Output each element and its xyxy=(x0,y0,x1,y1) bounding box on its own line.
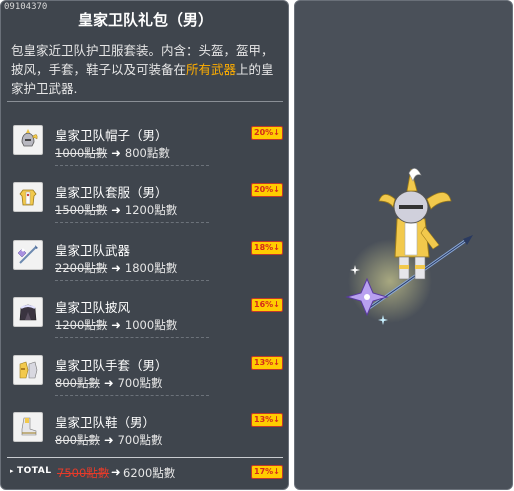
list-item[interactable]: 皇家卫队套服（男） 1500點數 ➜ 1200點數 20%↓ xyxy=(1,178,288,228)
discount-value: 16% xyxy=(254,300,274,309)
item-original-price: 1200點數 xyxy=(55,318,108,332)
discount-badge: 18%↓ xyxy=(251,241,283,255)
item-name: 皇家卫队披风 xyxy=(55,300,131,315)
item-name: 皇家卫队帽子（男） xyxy=(55,128,168,143)
item-sale-price: 700點數 xyxy=(117,433,163,447)
item-sale-price: 1200點數 xyxy=(124,203,178,217)
discount-badge: 20%↓ xyxy=(251,126,283,140)
discount-value: 13% xyxy=(254,415,274,424)
item-name: 皇家卫队套服（男） xyxy=(55,185,168,200)
weapon-icon xyxy=(13,240,43,270)
helmet-icon xyxy=(13,125,43,155)
discount-value: 20% xyxy=(254,128,274,137)
item-sale-price: 1000點數 xyxy=(124,318,178,332)
item-name: 皇家卫队手套（男） xyxy=(55,358,168,373)
package-description: 包皇家近卫队护卫服套装。内含：头盔，盔甲，披风，手套，鞋子以及可装备在所有武器上… xyxy=(11,41,283,98)
gloves-icon xyxy=(13,355,43,385)
item-price: 1500點數 ➜ 1200點數 xyxy=(55,202,177,218)
arrow-icon: ➜ xyxy=(111,146,121,160)
item-price: 2200點數 ➜ 1800點數 xyxy=(55,260,177,276)
total-sale-price: 6200點數 xyxy=(123,466,176,480)
item-separator xyxy=(55,222,209,223)
down-arrow-icon: ↓ xyxy=(273,467,280,476)
divider-bottom xyxy=(7,457,283,458)
discount-value: 20% xyxy=(254,185,274,194)
total-row: ▸ TOTAL 7500點數 ➜ 6200點數 17%↓ xyxy=(1,463,288,483)
cape-icon xyxy=(13,297,43,327)
description-highlight: 所有武器 xyxy=(186,62,237,77)
down-arrow-icon: ↓ xyxy=(273,185,280,194)
item-separator xyxy=(55,165,209,166)
shoes-icon xyxy=(13,412,43,442)
item-name: 皇家卫队鞋（男） xyxy=(55,415,156,430)
item-price: 1000點數 ➜ 800點數 xyxy=(55,145,170,161)
total-discount-badge: 17%↓ xyxy=(251,465,283,479)
total-label: TOTAL xyxy=(17,466,52,476)
list-item[interactable]: 皇家卫队手套（男） 800點數 ➜ 700點數 13%↓ xyxy=(1,351,288,401)
discount-badge: 20%↓ xyxy=(251,183,283,197)
list-item[interactable]: 皇家卫队披风 1200點數 ➜ 1000點數 16%↓ xyxy=(1,293,288,343)
item-price: 800點數 ➜ 700點數 xyxy=(55,375,163,391)
character-preview-panel xyxy=(294,0,513,490)
divider-top xyxy=(7,101,283,102)
down-arrow-icon: ↓ xyxy=(273,415,280,424)
package-title: 皇家卫队礼包（男） xyxy=(77,11,213,29)
item-original-price: 800點數 xyxy=(55,433,100,447)
total-original-price: 7500點數 xyxy=(57,466,110,480)
item-original-price: 800點數 xyxy=(55,376,100,390)
item-sale-price: 1800點數 xyxy=(124,261,178,275)
bullet-icon: ▸ xyxy=(10,467,15,475)
arrow-icon: ➜ xyxy=(111,203,121,217)
package-info-panel: 09104370 皇家卫队礼包（男） 包皇家近卫队护卫服套装。内含：头盔，盔甲，… xyxy=(0,0,289,490)
discount-value: 13% xyxy=(254,358,274,367)
arrow-icon: ➜ xyxy=(103,376,114,390)
item-sale-price: 800點數 xyxy=(124,146,170,160)
item-sale-price: 700點數 xyxy=(117,376,163,390)
item-separator xyxy=(55,280,209,281)
character-preview-image xyxy=(345,168,473,325)
list-item[interactable]: 皇家卫队鞋（男） 800點數 ➜ 700點數 13%↓ xyxy=(1,408,288,458)
item-name: 皇家卫队武器 xyxy=(55,243,131,258)
discount-badge: 13%↓ xyxy=(251,413,283,427)
down-arrow-icon: ↓ xyxy=(273,358,280,367)
list-item[interactable]: 皇家卫队帽子（男） 1000點數 ➜ 800點數 20%↓ xyxy=(1,121,288,171)
discount-value: 17% xyxy=(254,467,274,476)
arrow-icon: ➜ xyxy=(103,433,114,447)
discount-badge: 16%↓ xyxy=(251,298,283,312)
arrow-icon: ➜ xyxy=(111,465,121,479)
discount-value: 18% xyxy=(254,243,274,252)
down-arrow-icon: ↓ xyxy=(273,300,280,309)
down-arrow-icon: ↓ xyxy=(273,128,280,137)
item-price: 1200點數 ➜ 1000點數 xyxy=(55,317,177,333)
total-label-wrap: ▸ TOTAL xyxy=(10,466,51,476)
item-original-price: 1500點數 xyxy=(55,203,108,217)
arrow-icon: ➜ xyxy=(111,318,121,332)
armor-icon xyxy=(13,182,43,212)
item-separator xyxy=(55,395,209,396)
arrow-icon: ➜ xyxy=(111,261,121,275)
item-separator xyxy=(55,337,209,338)
down-arrow-icon: ↓ xyxy=(273,243,280,252)
list-item[interactable]: 皇家卫队武器 2200點數 ➜ 1800點數 18%↓ xyxy=(1,236,288,286)
item-original-price: 2200點數 xyxy=(55,261,108,275)
item-original-price: 1000點數 xyxy=(55,146,108,160)
discount-badge: 13%↓ xyxy=(251,356,283,370)
item-price: 800點數 ➜ 700點數 xyxy=(55,432,163,448)
